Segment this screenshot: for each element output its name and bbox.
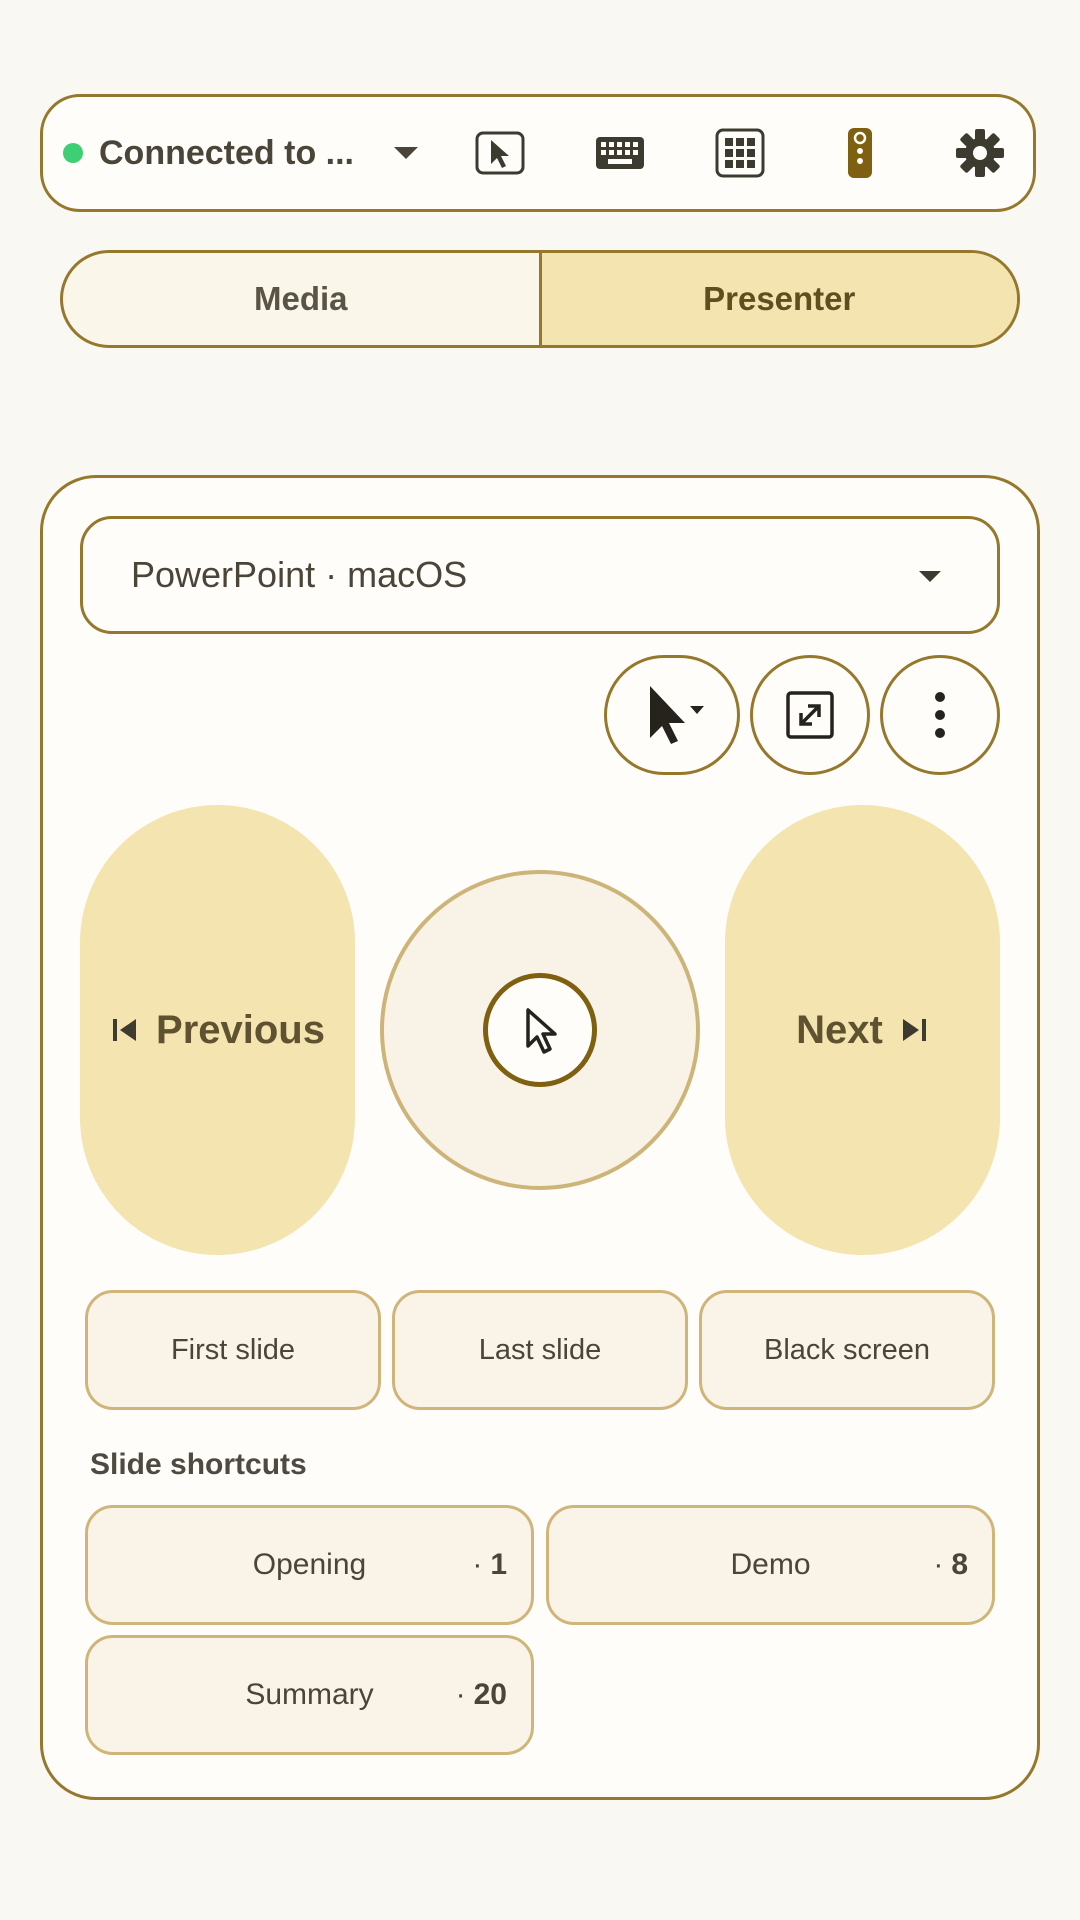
previous-label: Previous	[156, 1007, 325, 1052]
slide-number: 8	[951, 1548, 968, 1581]
black-screen-button[interactable]: Black screen	[699, 1290, 995, 1410]
app-select-value: PowerPoint · macOS	[131, 554, 468, 595]
gear-icon[interactable]	[948, 121, 1012, 185]
slide-shortcuts-title: Slide shortcuts	[90, 1448, 307, 1481]
fullscreen-button[interactable]	[750, 655, 870, 775]
shortcut-opening[interactable]: Opening · 1	[85, 1505, 534, 1625]
pointer-icon[interactable]	[468, 121, 532, 185]
expand-icon	[786, 691, 834, 739]
pointer-pad-center[interactable]	[483, 973, 597, 1087]
tab-presenter[interactable]: Presenter	[538, 253, 1017, 345]
shortcut-name: Demo	[730, 1548, 811, 1581]
more-vert-icon	[935, 692, 945, 738]
shortcut-slide-number: · 8	[933, 1548, 968, 1581]
mode-tabs: Media Presenter	[60, 250, 1020, 348]
first-slide-button[interactable]: First slide	[85, 1290, 381, 1410]
numpad-icon[interactable]	[708, 121, 772, 185]
connection-dropdown[interactable]: Connected to ...	[43, 97, 463, 209]
shortcut-name: Summary	[245, 1678, 374, 1711]
app-select[interactable]: PowerPoint · macOS	[80, 516, 1000, 634]
slide-number: 20	[473, 1678, 507, 1711]
chevron-down-icon	[394, 147, 418, 159]
pointer-dropdown-icon	[650, 686, 704, 744]
previous-button[interactable]: Previous	[80, 805, 355, 1255]
next-label: Next	[796, 1007, 883, 1052]
cursor-icon	[526, 1008, 557, 1054]
shortcut-summary[interactable]: Summary · 20	[85, 1635, 534, 1755]
shortcut-demo[interactable]: Demo · 8	[546, 1505, 995, 1625]
shortcut-slide-number: · 20	[455, 1678, 507, 1711]
shortcut-name: Opening	[252, 1548, 367, 1581]
shortcut-slide-number: · 1	[472, 1548, 507, 1581]
remote-icon[interactable]	[828, 121, 892, 185]
skip-next-icon	[902, 1019, 926, 1041]
chevron-down-icon	[919, 571, 941, 582]
connection-status-dot	[63, 143, 83, 163]
last-slide-button[interactable]: Last slide	[392, 1290, 688, 1410]
tab-media[interactable]: Media	[63, 253, 539, 345]
connection-label: Connected to ...	[99, 133, 354, 172]
keyboard-icon[interactable]	[588, 121, 652, 185]
pointer-mode-button[interactable]	[604, 655, 740, 775]
more-options-button[interactable]	[880, 655, 1000, 775]
top-toolbar: Connected to ...	[40, 94, 1036, 212]
skip-previous-icon	[113, 1019, 137, 1041]
slide-number: 1	[490, 1548, 507, 1581]
next-button[interactable]: Next	[725, 805, 1000, 1255]
